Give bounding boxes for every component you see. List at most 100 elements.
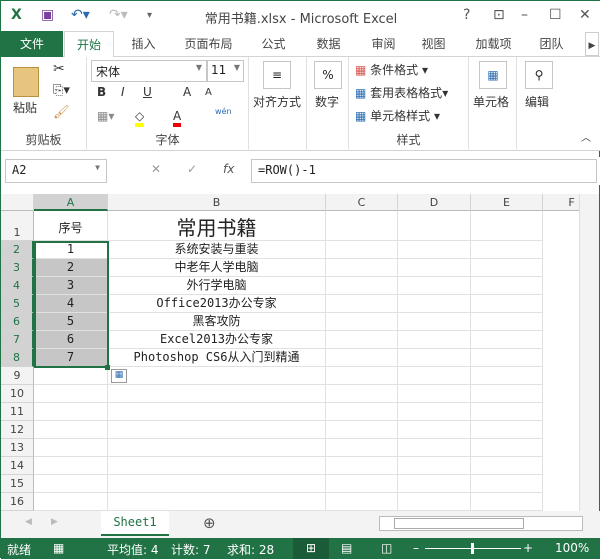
page-layout-view-icon[interactable]: ▤ — [341, 541, 352, 555]
shrink-font-button[interactable]: A — [205, 87, 212, 98]
phonetic-guide-button[interactable]: wén — [215, 107, 232, 116]
zoom-slider[interactable] — [425, 543, 521, 554]
alignment-button[interactable]: 对齐方式 — [253, 93, 301, 110]
cell-B11[interactable] — [108, 403, 326, 421]
cancel-icon[interactable]: ✕ — [151, 162, 161, 176]
cell-B5[interactable]: Office2013办公专家 — [108, 295, 326, 313]
cell-E1[interactable] — [471, 211, 543, 241]
ribbon-display-icon[interactable]: ⊡ — [493, 7, 505, 23]
macro-record-icon[interactable]: ▦ — [53, 541, 64, 555]
bold-button[interactable]: B — [97, 85, 106, 99]
border-icon[interactable]: ▦▾ — [97, 109, 114, 123]
cell-C14[interactable] — [326, 457, 398, 475]
cell-A11[interactable] — [34, 403, 108, 421]
row-header-15[interactable]: 15 — [1, 475, 34, 493]
column-header-D[interactable]: D — [398, 194, 471, 211]
cell-C12[interactable] — [326, 421, 398, 439]
horizontal-scrollbar[interactable] — [379, 516, 583, 531]
cell-D12[interactable] — [398, 421, 471, 439]
cell-B7[interactable]: Excel2013办公专家 — [108, 331, 326, 349]
cell-E2[interactable] — [471, 241, 543, 259]
tab-home[interactable]: 开始 — [64, 31, 114, 58]
cell-E5[interactable] — [471, 295, 543, 313]
row-header-9[interactable]: 9 — [1, 367, 34, 385]
cell-B3[interactable]: 中老年人学电脑 — [108, 259, 326, 277]
fill-handle[interactable] — [105, 365, 110, 370]
cell-B12[interactable] — [108, 421, 326, 439]
cell-A10[interactable] — [34, 385, 108, 403]
cell-E16[interactable] — [471, 493, 543, 511]
normal-view-icon[interactable]: ⊞ — [293, 538, 329, 559]
tab-file[interactable]: 文件 — [1, 31, 63, 57]
cell-D8[interactable] — [398, 349, 471, 367]
cell-D7[interactable] — [398, 331, 471, 349]
name-box[interactable]: A2 ▼ — [5, 159, 107, 183]
cell-C7[interactable] — [326, 331, 398, 349]
number-button[interactable]: 数字 — [315, 93, 339, 110]
cell-C11[interactable] — [326, 403, 398, 421]
zoom-level[interactable]: 100% — [555, 541, 589, 555]
row-header-12[interactable]: 12 — [1, 421, 34, 439]
row-header-3[interactable]: 3 — [1, 259, 34, 277]
cells-button[interactable]: 单元格 — [473, 93, 509, 110]
cell-C9[interactable] — [326, 367, 398, 385]
row-header-16[interactable]: 16 — [1, 493, 34, 511]
column-header-E[interactable]: E — [471, 194, 543, 211]
cell-E12[interactable] — [471, 421, 543, 439]
column-header-B[interactable]: B — [108, 194, 326, 211]
prev-sheet-icon[interactable]: ◀ — [25, 517, 32, 527]
underline-button[interactable]: U — [143, 85, 152, 99]
row-header-8[interactable]: 8 — [1, 349, 34, 367]
cell-B10[interactable] — [108, 385, 326, 403]
cell-C8[interactable] — [326, 349, 398, 367]
cell-D11[interactable] — [398, 403, 471, 421]
format-painter-icon[interactable]: 🖌 — [53, 105, 70, 120]
row-header-11[interactable]: 11 — [1, 403, 34, 421]
cell-C3[interactable] — [326, 259, 398, 277]
cell-B16[interactable] — [108, 493, 326, 511]
tab-view[interactable]: 视图 — [411, 31, 456, 57]
cell-E7[interactable] — [471, 331, 543, 349]
paste-icon[interactable] — [13, 67, 39, 97]
sheet-tab-sheet1[interactable]: Sheet1 — [101, 511, 169, 536]
enter-icon[interactable]: ✓ — [187, 162, 197, 176]
cell-B4[interactable]: 外行学电脑 — [108, 277, 326, 295]
cell-E11[interactable] — [471, 403, 543, 421]
cell-C2[interactable] — [326, 241, 398, 259]
cell-B6[interactable]: 黑客攻防 — [108, 313, 326, 331]
cell-C16[interactable] — [326, 493, 398, 511]
select-all-corner[interactable] — [1, 194, 34, 211]
font-color-button[interactable]: A — [173, 109, 182, 127]
paste-button[interactable]: 粘贴 — [13, 99, 37, 116]
tab-insert[interactable]: 插入 — [121, 31, 166, 57]
cell-E9[interactable] — [471, 367, 543, 385]
column-header-C[interactable]: C — [326, 194, 398, 211]
cell-B1[interactable]: 常用书籍 — [108, 211, 326, 241]
cell-D9[interactable] — [398, 367, 471, 385]
zoom-slider-thumb[interactable] — [471, 543, 474, 554]
copy-icon[interactable]: ⎘▾ — [53, 83, 70, 98]
auto-fill-options-icon[interactable]: ▦ — [111, 369, 127, 383]
tab-data[interactable]: 数据 — [306, 31, 351, 57]
tabs-scroll-right-icon[interactable]: ▶ — [585, 32, 599, 56]
cell-B14[interactable] — [108, 457, 326, 475]
cell-C13[interactable] — [326, 439, 398, 457]
cell-D4[interactable] — [398, 277, 471, 295]
row-header-6[interactable]: 6 — [1, 313, 34, 331]
row-header-4[interactable]: 4 — [1, 277, 34, 295]
editing-button[interactable]: 编辑 — [525, 93, 549, 110]
grow-font-button[interactable]: A — [183, 85, 191, 99]
minimize-icon[interactable]: – — [521, 7, 528, 23]
cut-icon[interactable]: ✂ — [53, 61, 65, 77]
font-size-select[interactable]: 11 ▼ — [207, 60, 244, 82]
cell-B13[interactable] — [108, 439, 326, 457]
zoom-out-icon[interactable]: – — [413, 541, 419, 555]
tab-formulas[interactable]: 公式 — [251, 31, 296, 57]
font-name-select[interactable]: 宋体 ▼ — [91, 60, 207, 82]
new-sheet-icon[interactable]: ⊕ — [203, 514, 216, 532]
cell-D15[interactable] — [398, 475, 471, 493]
row-header-1[interactable]: 1 — [1, 211, 34, 241]
cell-E3[interactable] — [471, 259, 543, 277]
cell-C4[interactable] — [326, 277, 398, 295]
zoom-in-icon[interactable]: + — [523, 541, 533, 555]
